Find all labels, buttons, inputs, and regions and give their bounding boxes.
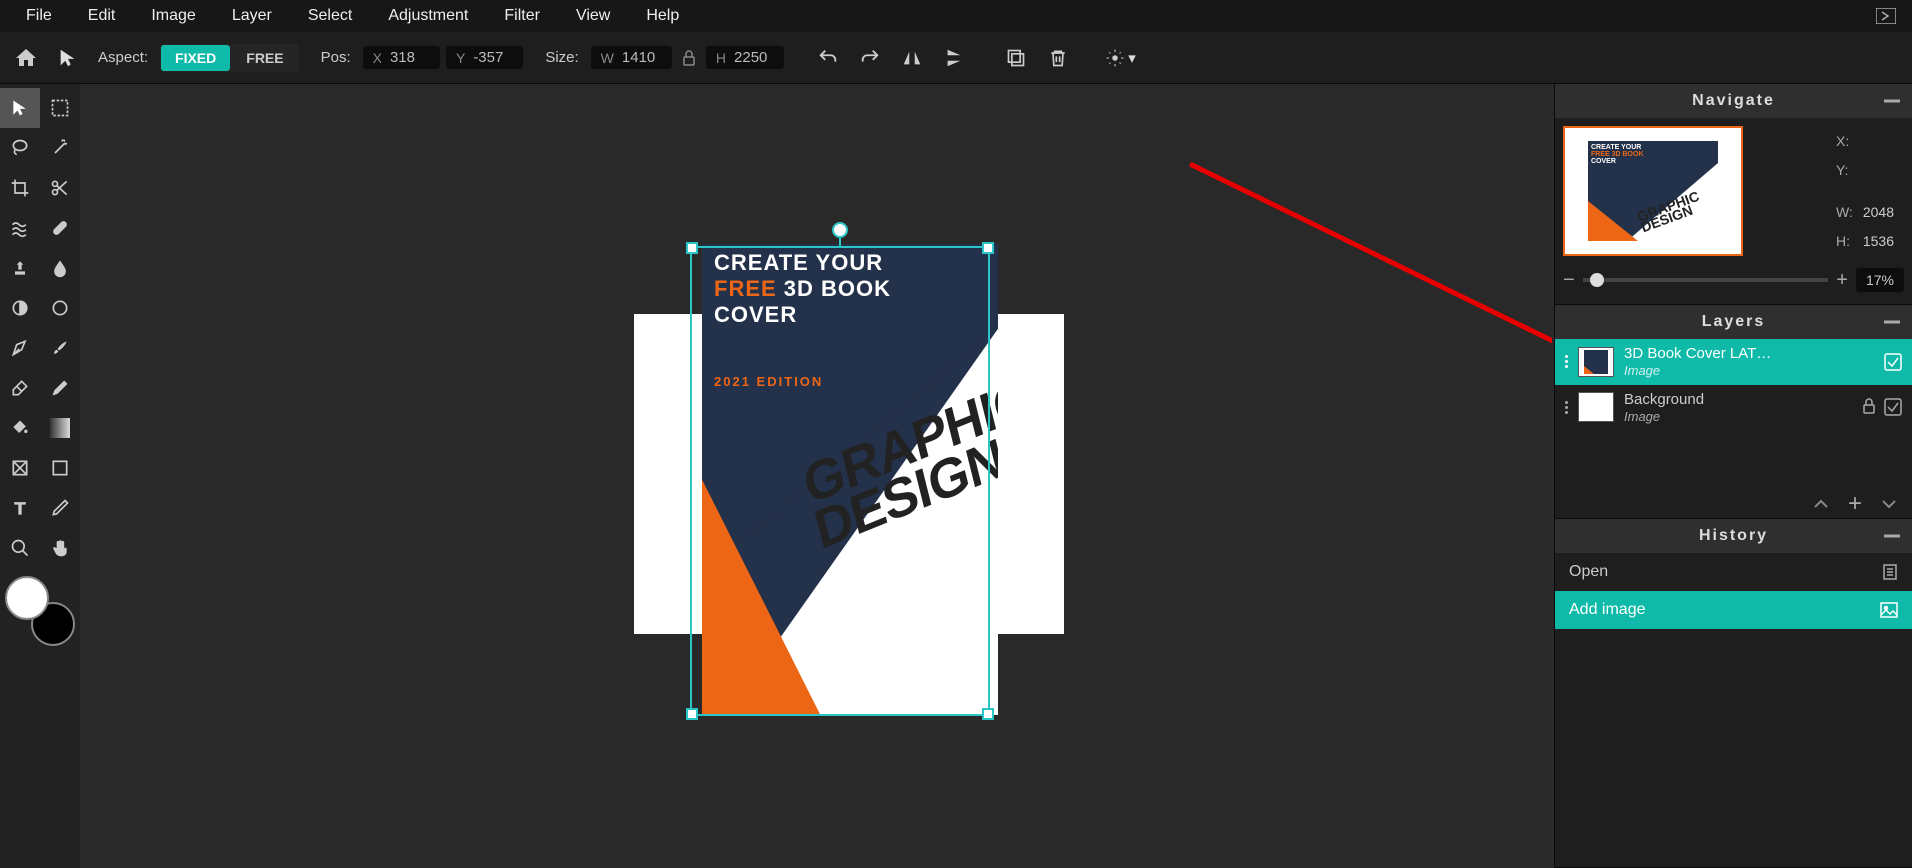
layer-add-icon[interactable]: + [1848, 498, 1862, 510]
aspect-toggle: FIXED FREE [160, 44, 299, 72]
menu-file[interactable]: File [8, 1, 70, 31]
visibility-checkbox[interactable] [1884, 353, 1902, 371]
eyedropper-tool-icon[interactable] [40, 488, 80, 528]
clone-tool-icon[interactable] [0, 248, 40, 288]
crop-tool-icon[interactable] [0, 168, 40, 208]
lasso-tool-icon[interactable] [0, 128, 40, 168]
options-bar: Aspect: FIXED FREE Pos: X318 Y-357 Size:… [0, 32, 1912, 84]
zoom-slider[interactable] [1583, 278, 1829, 282]
history-panel: History Open Add image [1555, 519, 1912, 868]
pos-y-field[interactable]: Y-357 [446, 46, 523, 69]
pos-label: Pos: [321, 49, 351, 66]
liquify-tool-icon[interactable] [0, 208, 40, 248]
menu-view[interactable]: View [558, 1, 628, 31]
rotate-handle[interactable] [832, 222, 848, 238]
menu-edit[interactable]: Edit [70, 1, 134, 31]
lock-icon[interactable] [678, 50, 700, 66]
layers-panel: Layers 3D Book Cover LAT…Image Backgroun… [1555, 305, 1912, 519]
wand-tool-icon[interactable] [40, 128, 80, 168]
menu-adjustment[interactable]: Adjustment [370, 1, 486, 31]
layer-down-icon[interactable] [1880, 498, 1898, 510]
heal-tool-icon[interactable] [40, 208, 80, 248]
drag-handle-icon[interactable] [1565, 401, 1568, 414]
layers-header: Layers [1555, 305, 1912, 339]
duplicate-icon[interactable] [998, 40, 1034, 76]
delete-icon[interactable] [1040, 40, 1076, 76]
aspect-fixed-button[interactable]: FIXED [161, 45, 230, 71]
text-tool-icon[interactable] [0, 488, 40, 528]
fill-tool-icon[interactable] [0, 408, 40, 448]
blur-tool-icon[interactable] [40, 248, 80, 288]
navigate-panel: Navigate CREATE YOURFREE 3D BOOKCOVER GR… [1555, 84, 1912, 305]
pencil-tool-icon[interactable] [40, 368, 80, 408]
drag-handle-icon[interactable] [1565, 355, 1568, 368]
zoom-out-icon[interactable]: − [1563, 269, 1575, 292]
settings-icon[interactable]: ▾ [1102, 40, 1138, 76]
layer-image-cover[interactable]: CREATE YOUR FREE 3D BOOK COVER 2021 EDIT… [702, 244, 998, 715]
collapse-panel-icon[interactable] [1868, 4, 1904, 28]
aspect-label: Aspect: [98, 49, 148, 66]
home-icon[interactable] [8, 40, 44, 76]
scissors-tool-icon[interactable] [40, 168, 80, 208]
minimize-icon[interactable] [1884, 535, 1900, 538]
pos-x-field[interactable]: X318 [363, 46, 440, 69]
menu-layer[interactable]: Layer [214, 1, 290, 31]
gradient-tool-icon[interactable] [40, 408, 80, 448]
redo-icon[interactable] [852, 40, 888, 76]
zoom-value[interactable]: 17% [1856, 268, 1904, 292]
history-header: History [1555, 519, 1912, 553]
history-item-1[interactable]: Add image [1555, 591, 1912, 629]
eraser-tool-icon[interactable] [0, 368, 40, 408]
layer-item-1[interactable]: BackgroundImage [1555, 385, 1912, 431]
menu-filter[interactable]: Filter [486, 1, 558, 31]
visibility-checkbox[interactable] [1884, 398, 1902, 416]
foreground-color[interactable] [5, 576, 49, 620]
size-label: Size: [545, 49, 578, 66]
layer-item-0[interactable]: 3D Book Cover LAT…Image [1555, 339, 1912, 385]
flip-vertical-icon[interactable] [936, 40, 972, 76]
dodge-tool-icon[interactable] [0, 288, 40, 328]
aspect-free-button[interactable]: FREE [232, 45, 297, 71]
canvas[interactable]: CREATE YOUR FREE 3D BOOK COVER 2021 EDIT… [80, 84, 1552, 868]
cursor-tool-icon[interactable] [50, 40, 86, 76]
menu-help[interactable]: Help [628, 1, 697, 31]
sponge-tool-icon[interactable] [40, 288, 80, 328]
color-swatch[interactable] [5, 576, 75, 646]
navigate-thumbnail[interactable]: CREATE YOURFREE 3D BOOKCOVER GRAPHICDESI… [1563, 126, 1743, 256]
zoom-in-icon[interactable]: + [1836, 269, 1848, 292]
pen-tool-icon[interactable] [0, 328, 40, 368]
brush-tool-icon[interactable] [40, 328, 80, 368]
resize-handle-bl[interactable] [686, 708, 698, 720]
minimize-icon[interactable] [1884, 321, 1900, 324]
size-w-field[interactable]: W1410 [591, 46, 672, 69]
right-panels: Navigate CREATE YOURFREE 3D BOOKCOVER GR… [1554, 84, 1912, 868]
marquee-tool-icon[interactable] [40, 88, 80, 128]
layer-up-icon[interactable] [1812, 498, 1830, 510]
minimize-icon[interactable] [1884, 100, 1900, 103]
undo-icon[interactable] [810, 40, 846, 76]
menu-image[interactable]: Image [133, 1, 213, 31]
hand-tool-icon[interactable] [40, 528, 80, 568]
navigate-header: Navigate [1555, 84, 1912, 118]
image-icon [1880, 602, 1898, 618]
shape-tool-icon[interactable] [0, 448, 40, 488]
document-icon [1882, 563, 1898, 581]
lock-icon[interactable] [1862, 398, 1876, 416]
navigate-info: X: Y: W:2048 H:1536 [1834, 126, 1904, 256]
history-item-0[interactable]: Open [1555, 553, 1912, 591]
layer-thumb [1578, 392, 1614, 422]
menu-select[interactable]: Select [290, 1, 370, 31]
zoom-tool-icon[interactable] [0, 528, 40, 568]
menu-bar: File Edit Image Layer Select Adjustment … [0, 0, 1912, 32]
layer-controls: + [1555, 490, 1912, 518]
move-tool-icon[interactable] [0, 88, 40, 128]
size-h-field[interactable]: H2250 [706, 46, 784, 69]
resize-handle-tl[interactable] [686, 242, 698, 254]
flip-horizontal-icon[interactable] [894, 40, 930, 76]
toolbar [0, 84, 80, 868]
frame-tool-icon[interactable] [40, 448, 80, 488]
layer-thumb [1578, 347, 1614, 377]
